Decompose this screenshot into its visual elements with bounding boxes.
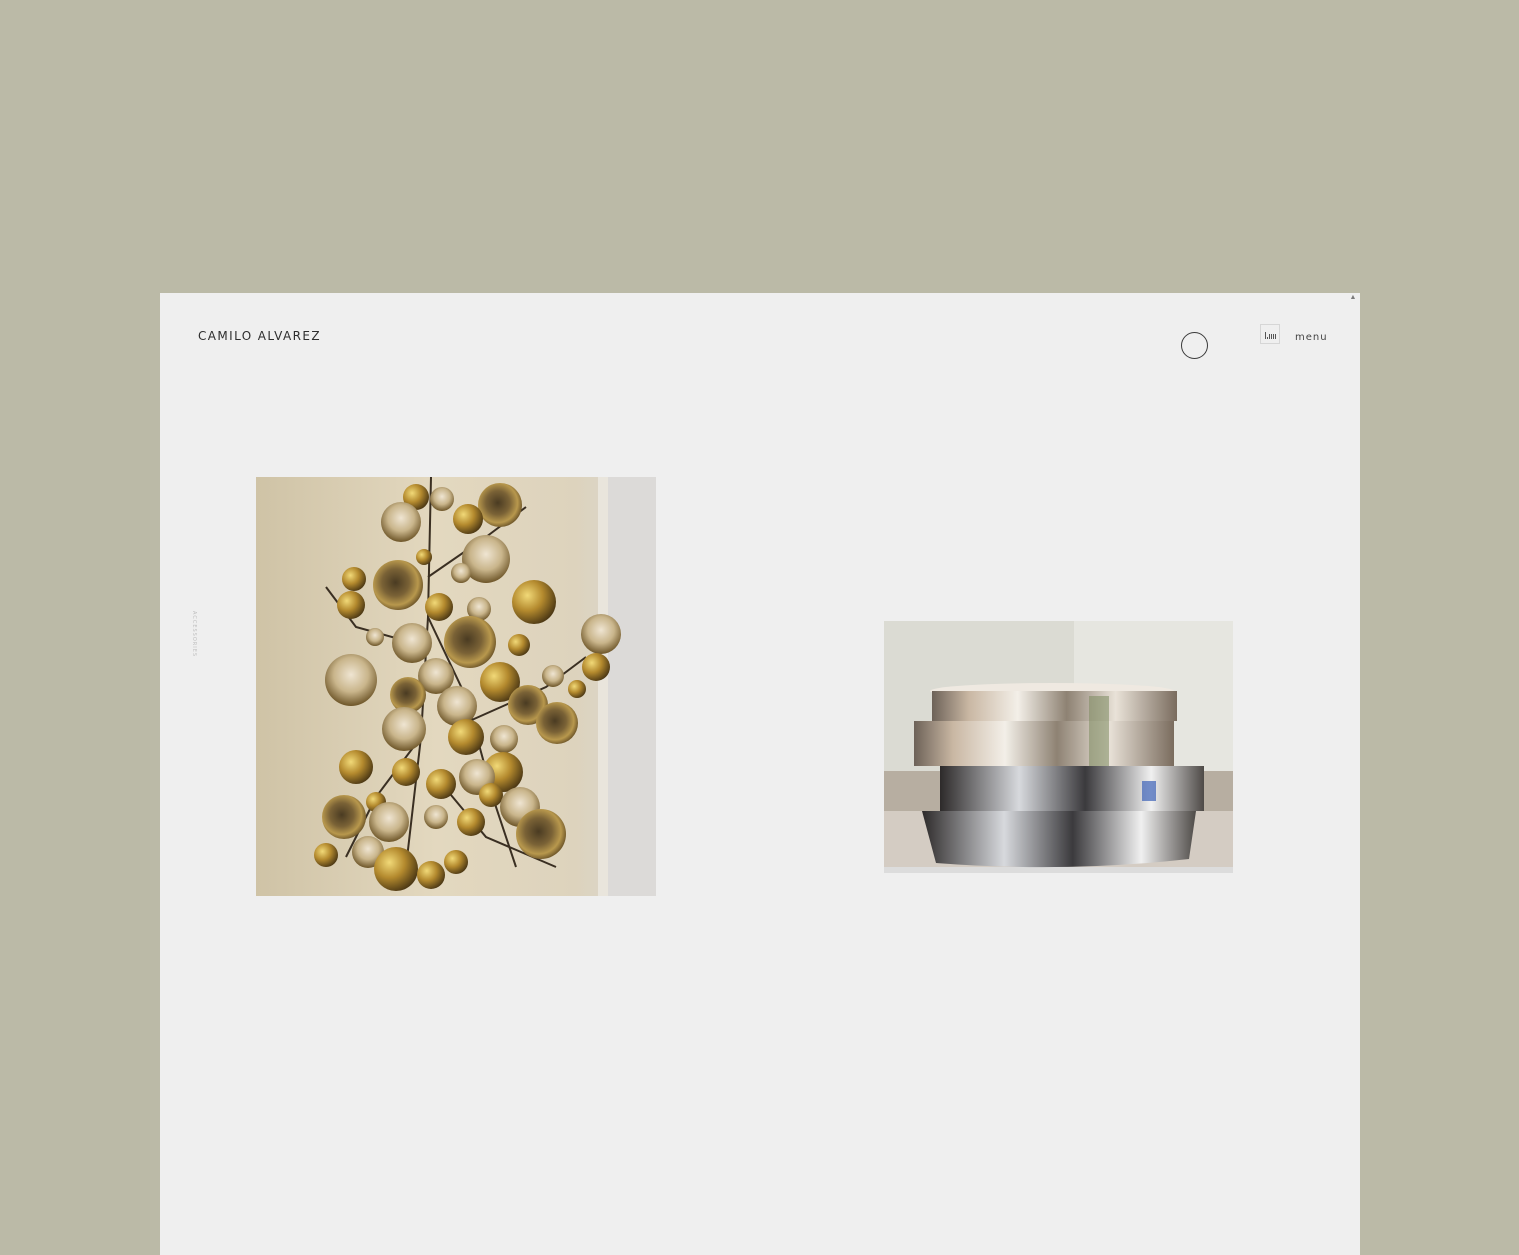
browser-window: ▲ CAMILO ALVAREZ menu ACCESSORIES [160, 293, 1360, 1255]
scroll-up-icon[interactable]: ▲ [1349, 294, 1357, 302]
category-label: ACCESSORIES [191, 611, 197, 658]
menu-button[interactable]: menu [1295, 332, 1328, 343]
steel-rings-picture [884, 621, 1233, 873]
artwork-image-brass-discs[interactable] [256, 477, 656, 896]
sound-bars-icon [1265, 332, 1276, 339]
cursor-ring-icon [1181, 332, 1208, 359]
brass-discs-picture [314, 477, 656, 896]
sound-toggle-button[interactable] [1260, 324, 1280, 344]
brand-logo-text[interactable]: CAMILO ALVAREZ [198, 329, 321, 343]
artwork-image-steel-rings[interactable] [884, 621, 1233, 873]
